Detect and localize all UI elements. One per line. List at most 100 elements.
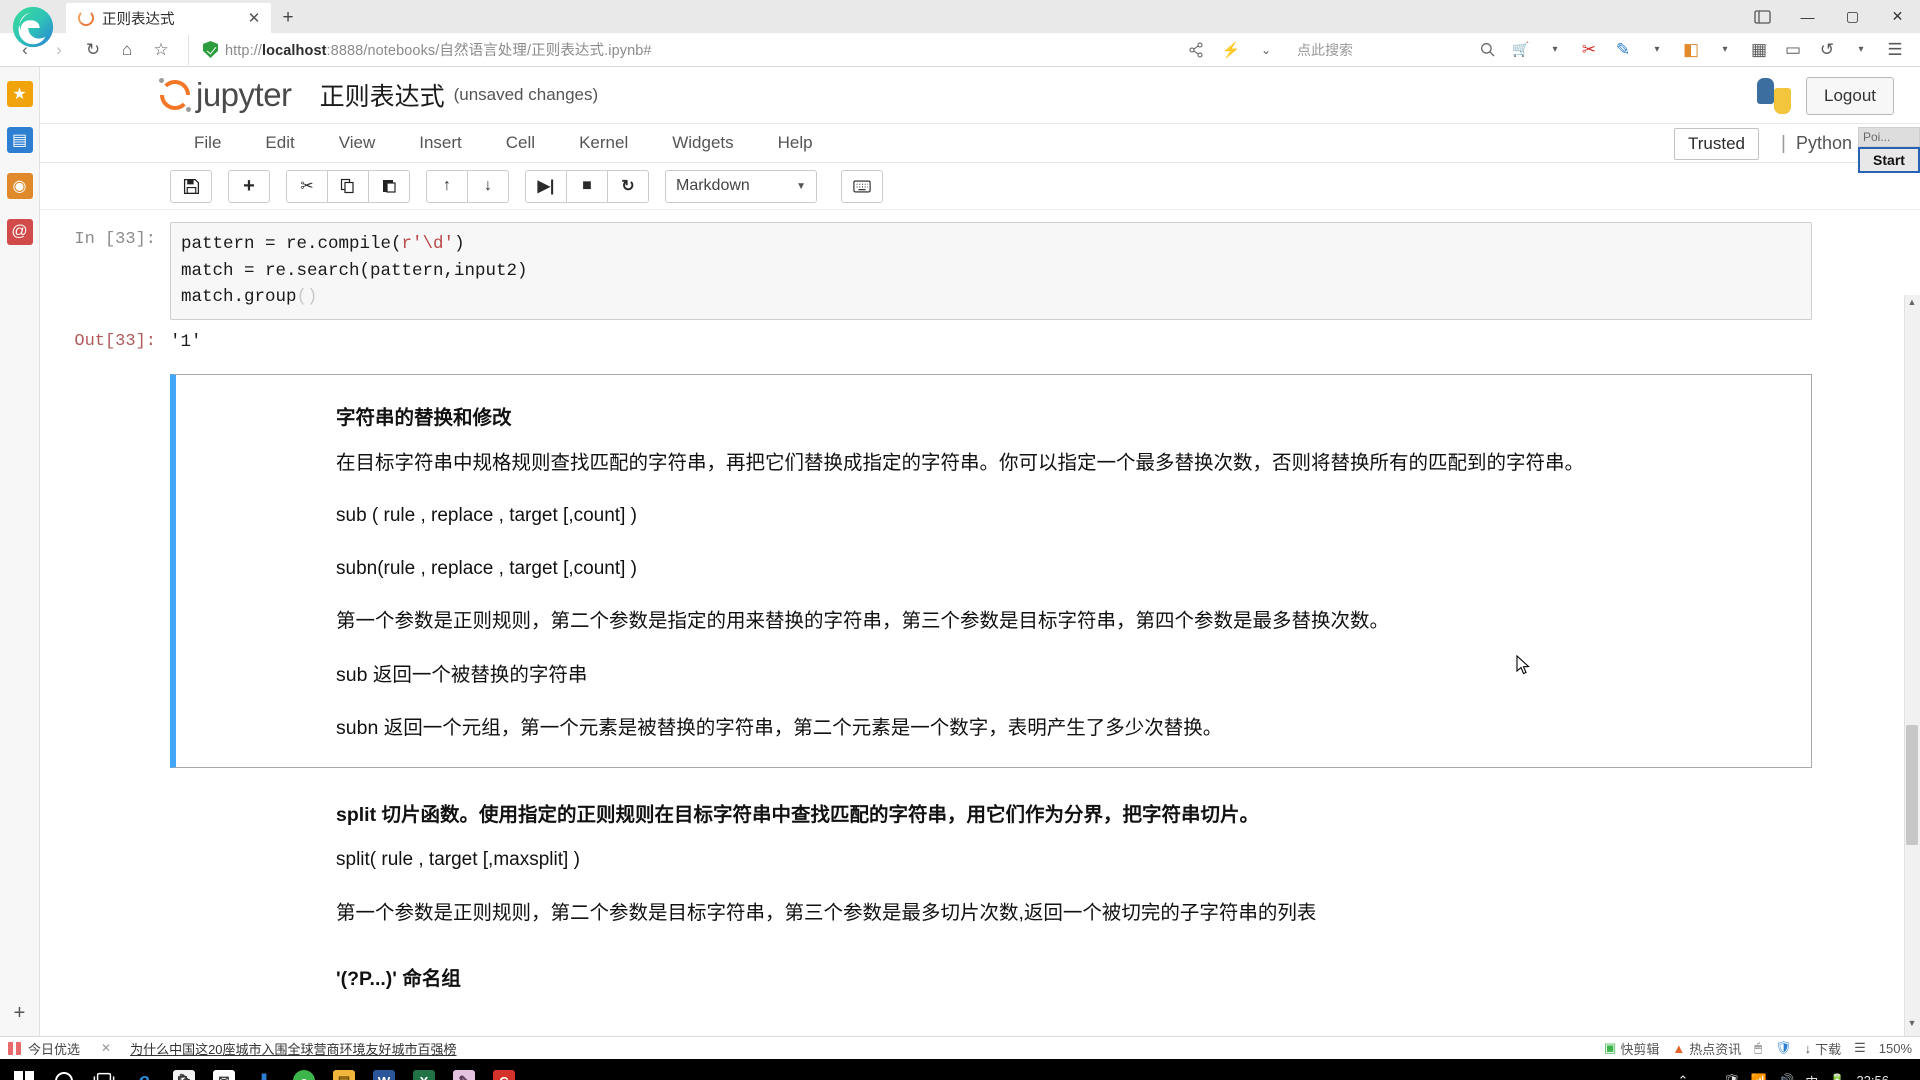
color-palette-icon[interactable]: ◧ [1674,35,1708,65]
news-headline-link[interactable]: 为什么中国这20座城市入围全球营商环境友好城市百强榜 [130,1039,456,1058]
trusted-badge[interactable]: Trusted [1673,127,1759,160]
insert-cell-below-button[interactable]: + [228,169,270,203]
taskbar-folder-icon[interactable]: ▤ [324,1061,364,1080]
taskbar-thunder-icon[interactable]: ⬇ [244,1061,284,1080]
menu-help[interactable]: Help [756,133,835,153]
home-icon[interactable]: ⌂ [110,35,144,65]
maximize-button[interactable]: ▢ [1830,0,1875,33]
move-cell-down-icon[interactable]: ↓ [467,169,509,203]
notebook-markdown-cell-split[interactable]: split 切片函数。使用指定的正则规则在目标字符串中查找匹配的字符串，用它们作… [170,798,1812,926]
menu-view[interactable]: View [317,133,398,153]
minimize-button[interactable]: — [1785,0,1830,33]
jupyter-logo[interactable]: jupyter [158,76,292,114]
command-palette-icon[interactable] [841,169,883,203]
show-desktop-button[interactable] [1900,1074,1906,1080]
taskbar-excel-icon[interactable]: X [404,1061,444,1080]
tray-expand-icon[interactable]: ⌃ [1677,1073,1688,1080]
taskbar-taskview-icon[interactable] [84,1061,124,1080]
cut-icon[interactable]: ✂ [286,169,328,203]
taskbar-store-icon[interactable]: 🛍 [164,1061,204,1080]
menu-widgets[interactable]: Widgets [650,133,755,153]
notebook-scrollbar[interactable]: ▲ ▼ [1904,295,1920,1036]
shield-icon[interactable]: 🛡 [1775,1040,1792,1056]
taskbar-edge-icon[interactable]: e [124,1061,164,1080]
taskbar-browser-icon[interactable]: e [284,1061,324,1080]
taskbar-start-button[interactable] [4,1061,44,1080]
chevron-down-icon-2[interactable]: ▾ [1538,35,1572,65]
save-button[interactable] [170,169,212,203]
download-button[interactable]: ↓ 下载 [1805,1039,1842,1058]
copy-icon[interactable] [327,169,369,203]
favorites-hub-icon[interactable] [1740,0,1785,33]
mouse-icon[interactable]: 🖱 [1754,1040,1762,1056]
tray-cloud-icon[interactable]: ☁ [1699,1073,1712,1080]
chevron-down-icon-3[interactable]: ▾ [1640,35,1674,65]
notebook-title[interactable]: 正则表达式 [320,77,445,113]
tray-network-icon[interactable]: 📶 [1751,1073,1767,1080]
run-cell-icon[interactable]: ▶| [525,169,567,203]
browser-tab[interactable]: 正则表达式 ✕ [66,3,271,33]
menu-icon[interactable]: ☰ [1854,1040,1866,1056]
chevron-down-icon[interactable]: ⌄ [1249,35,1283,65]
shopping-cart-icon[interactable]: 🛒 [1504,35,1538,65]
reading-view-icon[interactable]: ▭ [1776,35,1810,65]
search-input[interactable]: 点此搜索 [1289,36,1464,64]
tray-ime-icon[interactable]: 中 [1805,1072,1818,1080]
favorite-star-icon[interactable]: ☆ [144,35,178,65]
scroll-down-arrow-icon[interactable]: ▼ [1905,1018,1919,1034]
taskbar-clock[interactable]: 22:56 [1856,1073,1889,1080]
notebook-markdown-cell-selected[interactable]: 字符串的替换和修改 在目标字符串中规格规则查找匹配的字符串，再把它们替换成指定的… [170,373,1812,769]
tray-battery-icon[interactable]: 🔋 [1829,1073,1845,1080]
notebook-code-cell[interactable]: In [33]: pattern = re.compile(r'\d') mat… [40,222,1870,320]
share-icon[interactable] [1179,35,1213,65]
history-eye-icon[interactable]: ◉ [6,173,33,199]
new-tab-button[interactable]: + [271,3,305,33]
favorites-star-icon[interactable]: ★ [6,81,33,107]
today-deals-label[interactable]: 今日优选 [28,1039,80,1058]
start-button[interactable]: Start [1858,147,1920,173]
code-editor[interactable]: pattern = re.compile(r'\d') match = re.s… [170,222,1812,320]
paste-icon[interactable] [368,169,410,203]
search-icon[interactable] [1470,35,1504,65]
clip-tool-button[interactable]: ▣ 快剪辑 [1604,1039,1659,1058]
taskbar-pen-icon[interactable]: ✎ [444,1061,484,1080]
pinned-start-widget[interactable]: Poi... Start [1858,127,1920,173]
taskbar-app-icon[interactable]: C [484,1061,524,1080]
scroll-up-arrow-icon[interactable]: ▲ [1905,297,1919,313]
logout-button[interactable]: Logout [1806,76,1894,115]
taskbar-cortana-icon[interactable] [44,1061,84,1080]
move-cell-up-icon[interactable]: ↑ [426,169,468,203]
menu-cell[interactable]: Cell [484,133,557,153]
notebook-markdown-cell-namedgroup[interactable]: '(?P...)' 命名组 [170,962,1812,991]
close-window-button[interactable]: ✕ [1875,0,1920,33]
scissors-icon[interactable]: ✂ [1572,35,1606,65]
more-menu-icon[interactable]: ☰ [1878,35,1912,65]
restart-kernel-icon[interactable]: ↻ [607,169,649,203]
zoom-level-label[interactable]: 150% [1879,1041,1912,1056]
tray-shield-icon[interactable]: 🛡 [1723,1073,1740,1080]
close-icon[interactable]: ✕ [101,1041,111,1055]
reload-icon[interactable]: ↻ [76,35,110,65]
hot-news-button[interactable]: ▲ 热点资讯 [1672,1039,1741,1058]
grid-apps-icon[interactable]: ▦ [1742,35,1776,65]
scrollbar-thumb[interactable] [1906,724,1918,845]
reading-flash-icon[interactable]: ⚡ [1214,35,1248,65]
chevron-down-icon-5[interactable]: ▾ [1844,35,1878,65]
close-icon[interactable]: ✕ [245,11,263,26]
address-bar[interactable]: http://localhost:8888/notebooks/自然语言处理/正… [188,34,1173,65]
menu-insert[interactable]: Insert [397,133,484,153]
cell-type-select[interactable]: Markdown ▼ [665,169,817,203]
add-rail-item-button[interactable]: + [7,1000,33,1026]
chevron-down-icon-4[interactable]: ▾ [1708,35,1742,65]
interrupt-kernel-icon[interactable]: ■ [566,169,608,203]
pen-icon[interactable]: ✎ [1606,35,1640,65]
taskbar-mail-icon[interactable]: ✉ [204,1061,244,1080]
menu-file[interactable]: File [172,133,243,153]
reading-list-icon[interactable]: ▤ [6,127,33,153]
collections-icon[interactable]: @ [6,219,33,245]
tray-volume-icon[interactable]: 🔊 [1778,1073,1794,1080]
taskbar-word-icon[interactable]: W [364,1061,404,1080]
menu-edit[interactable]: Edit [243,133,316,153]
history-back-icon[interactable]: ↺ [1810,35,1844,65]
menu-kernel[interactable]: Kernel [557,133,650,153]
